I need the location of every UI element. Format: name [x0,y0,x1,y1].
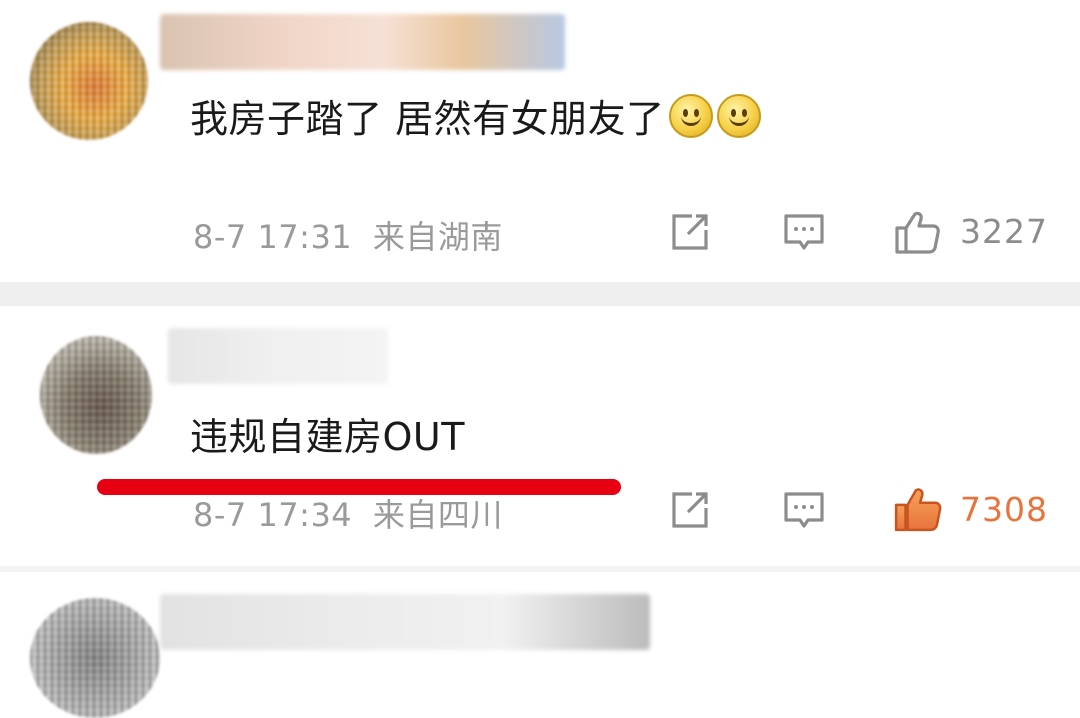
comment-icon[interactable] [782,488,826,532]
comment-card: 我房子踏了 居然有女朋友了 8-7 17:31 来自湖南 3227 [0,0,1080,282]
thumbs-up-icon-active[interactable] [893,484,943,534]
comment-text: 违规自建房OUT [190,415,465,459]
timestamp: 8-7 17:31 [193,218,353,256]
comment-card [0,572,1080,718]
smile-emoji [668,94,713,138]
username-blurred[interactable] [160,14,565,70]
comment-card: 违规自建房OUT 8-7 17:34 来自四川 7308 [0,306,1080,566]
like-count: 7308 [960,490,1048,529]
smile-emoji [716,94,761,138]
avatar[interactable] [30,22,148,140]
location: 来自四川 [372,496,503,534]
like-count: 3227 [960,212,1048,251]
avatar[interactable] [30,598,160,718]
avatar[interactable] [40,336,152,454]
username-blurred[interactable] [168,328,388,384]
comment-meta: 8-7 17:34 来自四川 [193,490,503,536]
thumbs-up-icon[interactable] [893,208,941,256]
comment-meta: 8-7 17:31 来自湖南 [193,212,503,258]
comment-text-content: 我房子踏了 居然有女朋友了 [190,97,665,141]
share-icon[interactable] [668,488,712,532]
timestamp: 8-7 17:34 [193,496,353,534]
username-blurred[interactable] [160,594,650,650]
divider [0,282,1080,306]
red-annotation-line [97,479,621,495]
comment-icon[interactable] [782,210,826,254]
share-icon[interactable] [668,210,712,254]
location: 来自湖南 [372,218,503,256]
comment-text: 我房子踏了 居然有女朋友了 [190,88,761,143]
